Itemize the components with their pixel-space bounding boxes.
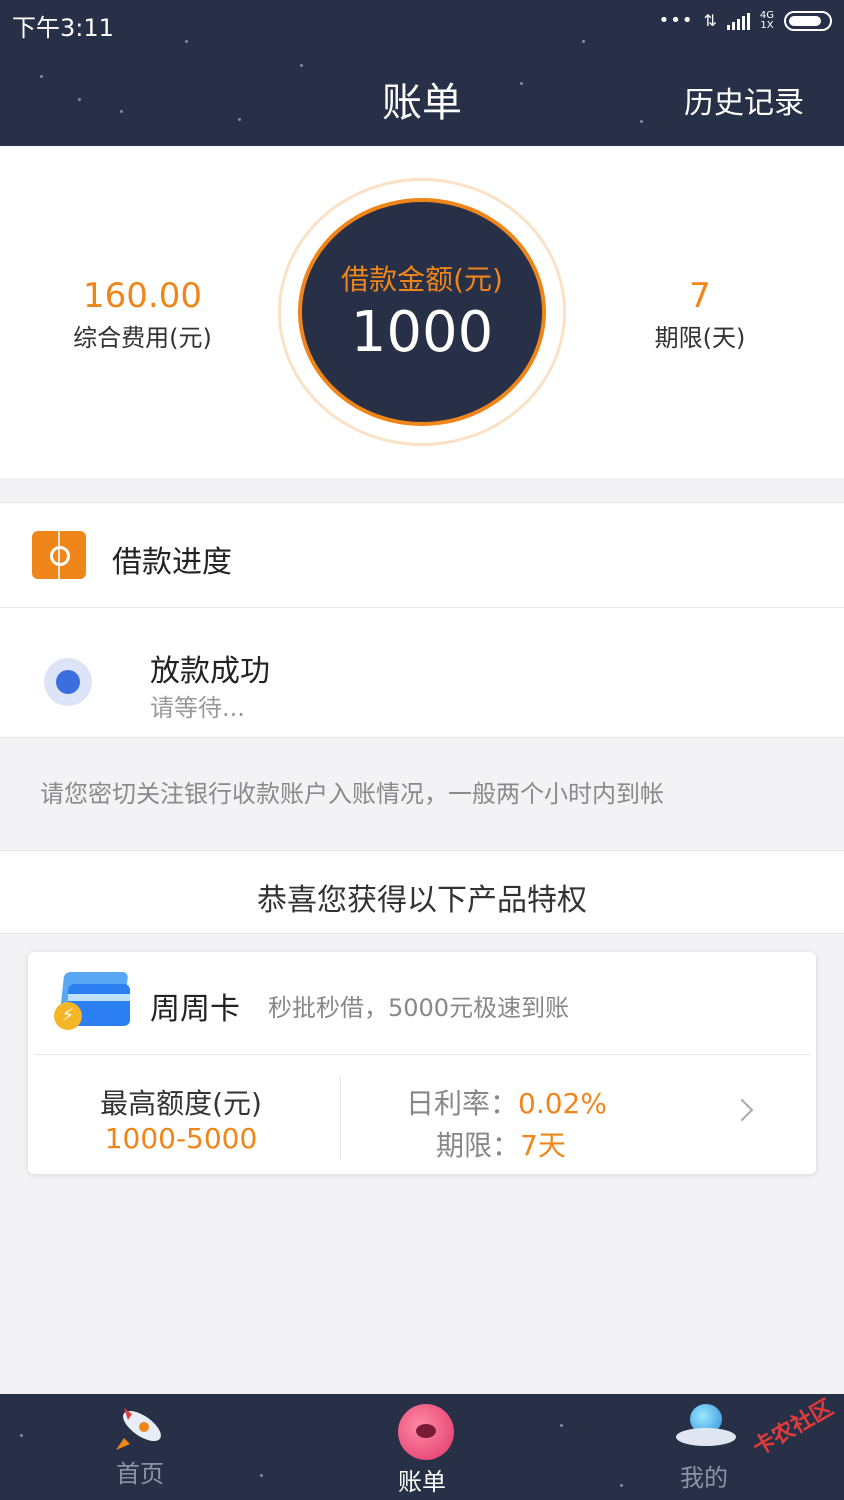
fee-value: 160.00 <box>83 276 202 316</box>
star-decoration <box>20 1434 23 1437</box>
nav-bill[interactable]: 账单 <box>322 1394 522 1500</box>
rate-value: 0.02% <box>518 1087 607 1120</box>
step-subtitle: 请等待... <box>150 694 245 722</box>
nav-home-label: 首页 <box>116 1460 164 1488</box>
lightning-icon: ⚡ <box>54 1002 82 1030</box>
card-term-value: 7天 <box>520 1129 566 1162</box>
more-dots-icon: ••• <box>658 10 694 31</box>
status-icons: ••• ⇅ 4G 1X <box>659 10 832 31</box>
loan-amount-value: 1000 <box>350 300 494 365</box>
card-term-label: 期限： <box>436 1129 521 1162</box>
fee-label: 综合费用(元) <box>73 324 212 352</box>
network-type: 4G 1X <box>759 9 774 31</box>
status-bar: 下午3:11 ••• ⇅ 4G 1X <box>0 0 844 44</box>
planet-icon <box>398 1404 454 1460</box>
nav-bill-label: 账单 <box>398 1468 446 1496</box>
loan-summary: 160.00 综合费用(元) 借款金额(元) 1000 7 期限(天) <box>0 146 844 478</box>
battery-icon <box>784 10 832 31</box>
status-time: 下午3:11 <box>12 14 114 42</box>
step-status-dot-icon <box>44 658 92 706</box>
product-card[interactable]: ⚡ 周周卡 秒批秒借，5000元极速到账 最高额度(元) 1000-5000 日… <box>28 952 816 1174</box>
card-product-icon: ⚡ <box>54 972 130 1030</box>
privilege-header: 恭喜您获得以下产品特权 <box>0 850 844 934</box>
history-button[interactable]: 历史记录 <box>684 78 804 122</box>
privilege-title: 恭喜您获得以下产品特权 <box>257 883 587 918</box>
card-name: 周周卡 <box>150 992 240 1027</box>
chevron-right-icon[interactable] <box>730 1098 754 1122</box>
term-label: 期限(天) <box>654 324 746 352</box>
data-transfer-icon: ⇅ <box>703 11 717 30</box>
progress-header: 借款进度 <box>0 502 844 608</box>
progress-title: 借款进度 <box>112 545 232 580</box>
nav-home[interactable]: 首页 <box>40 1394 240 1500</box>
loan-amount-label: 借款金额(元) <box>341 263 503 296</box>
star-decoration <box>300 64 303 67</box>
card-divider <box>34 1054 810 1055</box>
signal-icon <box>726 12 750 30</box>
term-value: 7 <box>689 276 711 316</box>
card-description: 秒批秒借，5000元极速到账 <box>268 994 570 1022</box>
rate-row: 日利率：0.02% <box>406 1082 607 1122</box>
star-decoration <box>560 1424 563 1427</box>
progress-icon <box>32 531 86 579</box>
progress-step: 放款成功 请等待... <box>0 608 844 738</box>
rocket-icon <box>116 1408 161 1450</box>
card-term-row: 期限：7天 <box>436 1124 566 1164</box>
step-title: 放款成功 <box>150 654 270 689</box>
app-header: 下午3:11 ••• ⇅ 4G 1X 账单 历史记录 <box>0 0 844 146</box>
term-block: 7 期限(天) <box>600 276 800 353</box>
bottom-nav: 首页 账单 我的 卡农社区 <box>0 1394 844 1500</box>
fee-block: 160.00 综合费用(元) <box>40 276 245 353</box>
ufo-icon <box>676 1404 736 1456</box>
star-decoration <box>260 1474 263 1477</box>
notice-text: 请您密切关注银行收款账户入账情况，一般两个小时内到帐 <box>40 780 664 808</box>
card-separator <box>340 1076 341 1160</box>
limit-value: 1000-5000 <box>104 1122 258 1155</box>
rate-label: 日利率： <box>406 1087 519 1120</box>
nav-mine-label: 我的 <box>680 1464 728 1492</box>
limit-label: 最高额度(元) <box>100 1087 262 1120</box>
